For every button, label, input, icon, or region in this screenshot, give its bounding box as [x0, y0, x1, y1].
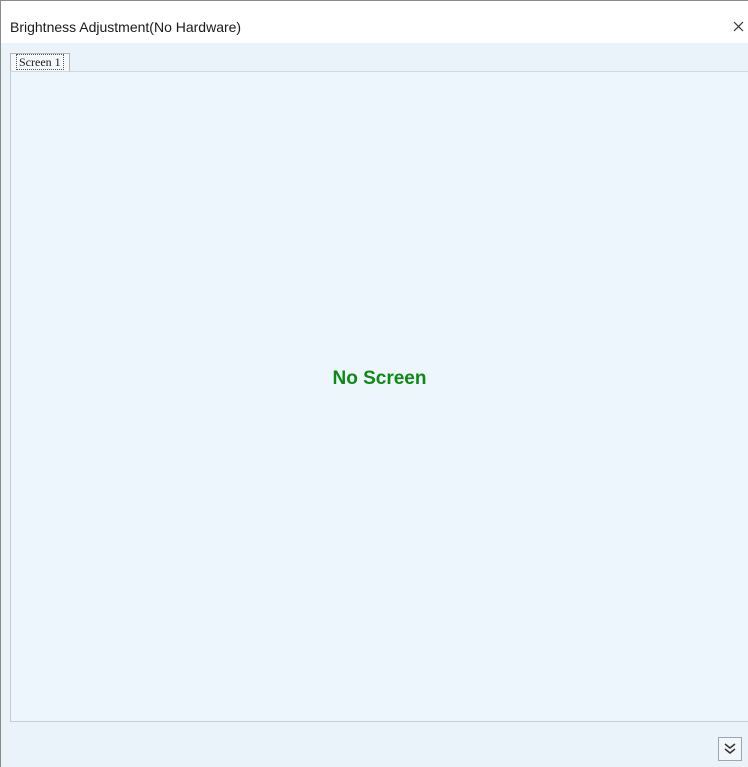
no-screen-message: No Screen [332, 368, 427, 389]
window-title: Brightness Adjustment(No Hardware) [10, 19, 242, 35]
tab-label: Screen 1 [16, 54, 64, 70]
title-bar: Brightness Adjustment(No Hardware) [1, 1, 748, 43]
dialog-body: Screen 1 No Screen [1, 43, 748, 767]
double-chevron-down-icon [724, 743, 736, 754]
close-button[interactable] [728, 13, 748, 39]
close-icon [733, 21, 744, 32]
tab-screen-1[interactable]: Screen 1 [10, 53, 70, 71]
screen-panel: No Screen [10, 71, 748, 722]
expand-button[interactable] [718, 737, 742, 761]
brightness-adjustment-window: Brightness Adjustment(No Hardware) Scree… [0, 0, 748, 767]
